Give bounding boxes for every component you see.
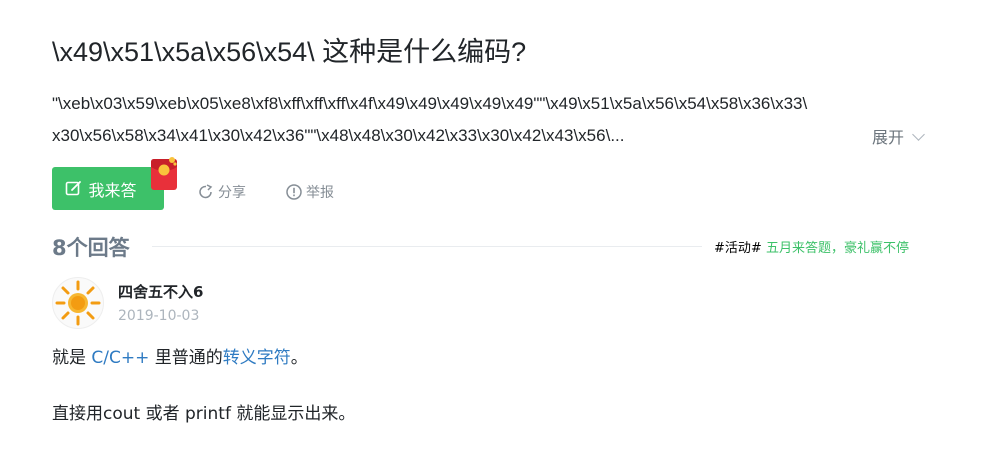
question-body: "\xeb\x03\x59\xeb\x05\xe8\xf8\xff\xff\xf… bbox=[52, 88, 947, 152]
avatar[interactable] bbox=[52, 277, 104, 329]
alert-icon bbox=[286, 184, 302, 200]
share-button[interactable]: 分享 bbox=[198, 182, 246, 202]
answer-text: 里普通的 bbox=[149, 348, 223, 368]
activity-tag: #活动# bbox=[714, 241, 762, 256]
answer-text: 。 bbox=[290, 348, 308, 368]
expand-button[interactable]: 展开 bbox=[872, 124, 925, 148]
answer-text: 就是 bbox=[52, 348, 92, 368]
activity-link[interactable]: #活动# 五月来答题，豪礼赢不停 bbox=[714, 237, 909, 256]
sun-avatar-icon bbox=[55, 280, 101, 326]
answer-button[interactable]: 我来答 bbox=[52, 167, 164, 210]
chevron-down-icon bbox=[912, 127, 925, 141]
activity-text: 五月来答题，豪礼赢不停 bbox=[765, 241, 909, 256]
expand-label: 展开 bbox=[872, 128, 905, 147]
answer-paragraph: 就是 C/C++ 里普通的转义字符。 bbox=[52, 343, 308, 373]
divider bbox=[152, 246, 702, 247]
question-title: \x49\x51\x5a\x56\x54\ 这种是什么编码? bbox=[52, 37, 527, 67]
answer-count: 8个回答 bbox=[52, 236, 130, 260]
question-body-line: "\xeb\x03\x59\xeb\x05\xe8\xf8\xff\xff\xf… bbox=[52, 94, 808, 113]
answer-date: 2019-10-03 bbox=[118, 308, 200, 324]
answer-button-label: 我来答 bbox=[88, 180, 137, 200]
escape-char-link[interactable]: 转义字符 bbox=[223, 348, 291, 368]
share-icon bbox=[199, 184, 213, 199]
question-body-line: x30\x56\x58\x34\x41\x30\x42\x36""\x48\x4… bbox=[52, 126, 625, 145]
report-label: 举报 bbox=[306, 185, 334, 201]
report-button[interactable]: 举报 bbox=[286, 182, 334, 202]
edit-icon bbox=[66, 181, 82, 196]
answer-paragraph: 直接用cout 或者 printf 就能显示出来。 bbox=[52, 404, 356, 424]
red-envelope-icon bbox=[151, 157, 177, 190]
answer-username[interactable]: 四舍五不入6 bbox=[118, 281, 203, 302]
cpp-link[interactable]: C/C++ bbox=[91, 348, 149, 368]
share-label: 分享 bbox=[218, 185, 246, 201]
